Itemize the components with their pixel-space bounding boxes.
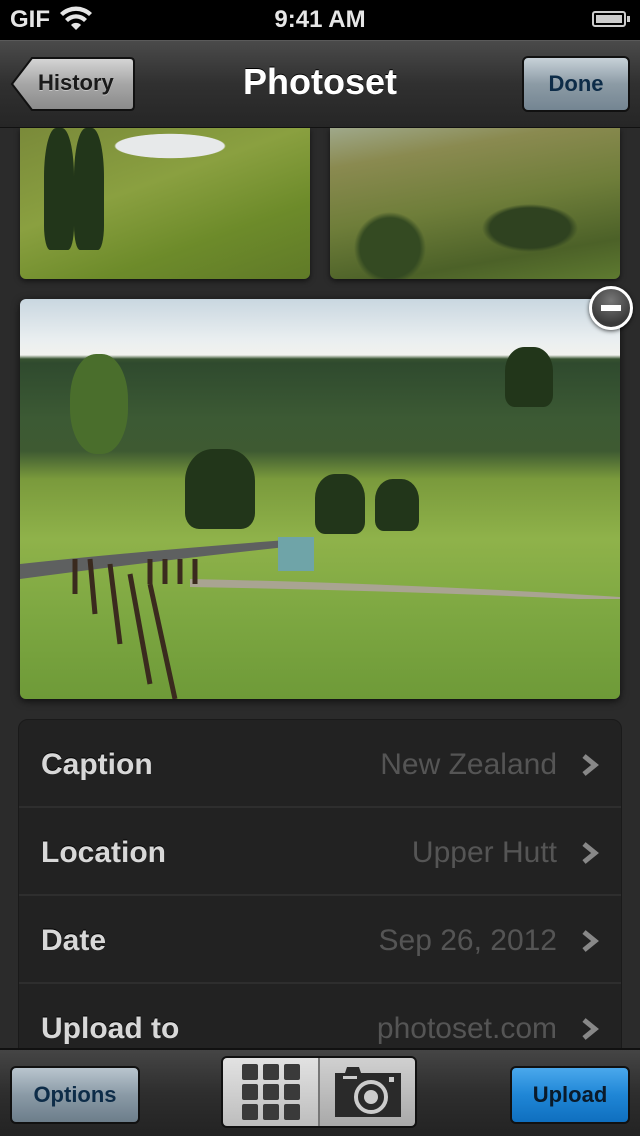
row-label: Date — [41, 924, 107, 957]
row-value: photoset.com — [376, 1012, 557, 1045]
camera-segment[interactable] — [320, 1058, 415, 1126]
status-bar: GIF 9:41 AM — [0, 0, 640, 40]
upload-button[interactable]: Upload — [510, 1066, 630, 1124]
chevron-right-icon — [582, 1018, 599, 1040]
poplar-tree — [74, 128, 104, 250]
battery-icon — [592, 11, 630, 27]
photo-thumbnail[interactable] — [20, 128, 310, 279]
row-value: Upper Hutt — [411, 836, 557, 869]
view-mode-segmented-control — [221, 1056, 417, 1128]
photo-details-table: Caption New Zealand Location Upper Hutt … — [18, 719, 622, 1048]
camera-icon — [334, 1067, 401, 1117]
clock: 9:41 AM — [274, 6, 366, 33]
details-row-date[interactable]: Date Sep 26, 2012 — [19, 896, 621, 984]
chevron-right-icon — [582, 842, 599, 864]
details-row-location[interactable]: Location Upper Hutt — [19, 808, 621, 896]
tree — [315, 474, 365, 534]
chevron-right-icon — [582, 754, 599, 776]
tree — [185, 449, 255, 529]
grid-icon — [241, 1064, 300, 1120]
remove-photo-button[interactable] — [589, 286, 633, 330]
poplar-tree — [44, 128, 74, 250]
row-value: New Zealand — [380, 748, 557, 781]
photo-main[interactable] — [20, 299, 620, 699]
row-label: Upload to — [41, 1012, 180, 1045]
options-button[interactable]: Options — [10, 1066, 140, 1124]
tree — [375, 479, 419, 531]
row-label: Caption — [41, 748, 153, 781]
photo-thumbnail[interactable] — [330, 128, 620, 279]
row-value: Sep 26, 2012 — [378, 924, 558, 957]
details-row-caption[interactable]: Caption New Zealand — [19, 720, 621, 808]
shed — [278, 537, 314, 571]
fence — [72, 558, 198, 699]
bottom-toolbar: Options Upload — [0, 1048, 640, 1136]
tree — [70, 354, 128, 454]
details-row-upload-to[interactable]: Upload to photoset.com — [19, 984, 621, 1048]
grid-view-segment[interactable] — [223, 1058, 320, 1126]
done-button[interactable]: Done — [522, 56, 630, 112]
row-label: Location — [41, 836, 166, 869]
navigation-bar: History Photoset Done — [0, 40, 640, 128]
photoset-content[interactable]: Caption New Zealand Location Upper Hutt … — [0, 128, 640, 1048]
chevron-right-icon — [582, 930, 599, 952]
tree — [505, 347, 553, 407]
